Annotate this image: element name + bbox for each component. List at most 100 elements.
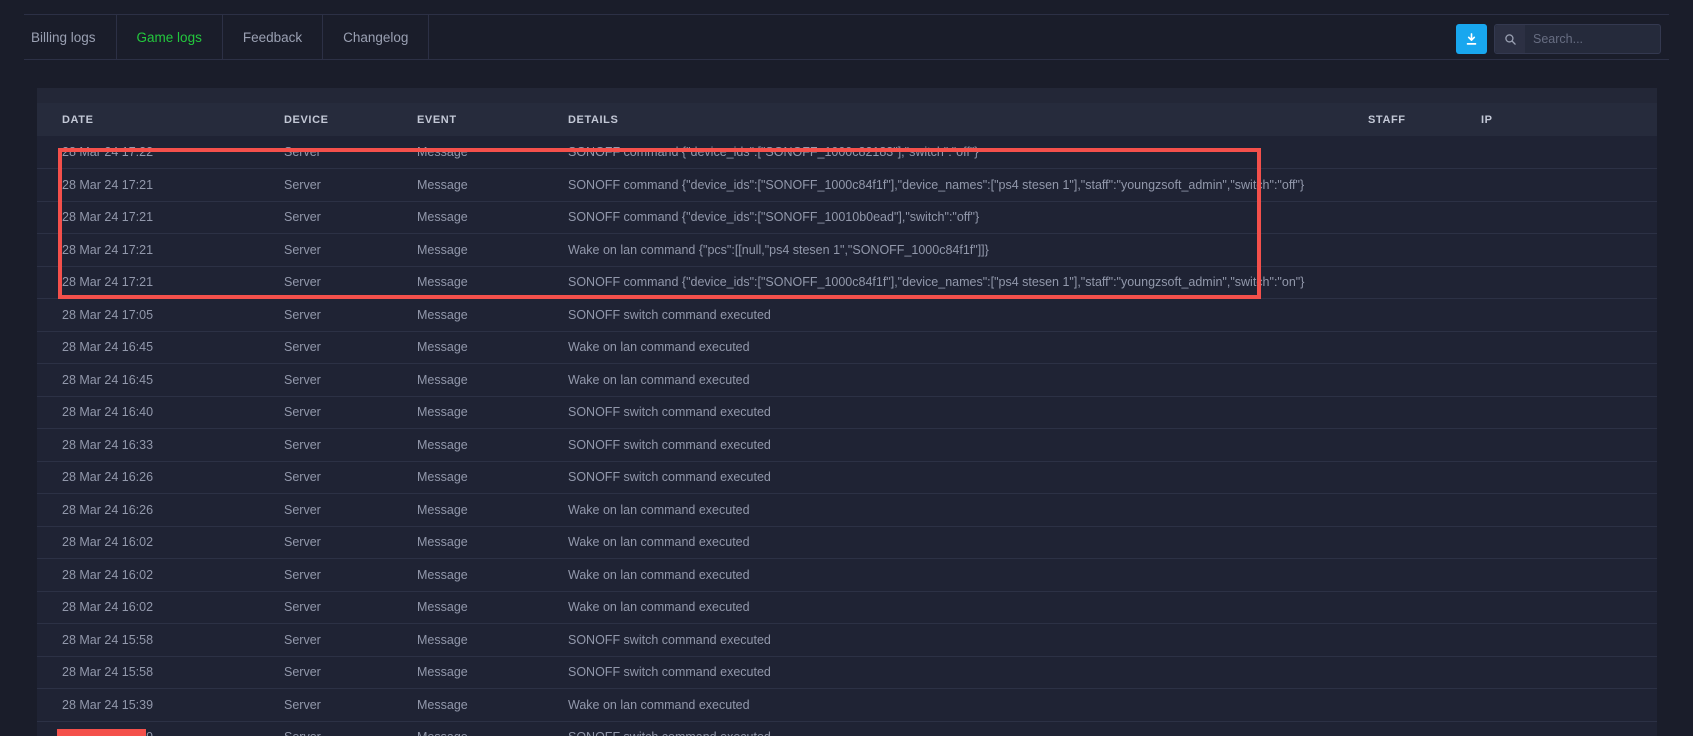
cell-details: Wake on lan command executed	[568, 364, 1368, 397]
tab-game-logs[interactable]: Game logs	[117, 15, 223, 59]
cell-device: Server	[284, 299, 417, 332]
cell-staff	[1368, 201, 1481, 234]
cell-device: Server	[284, 234, 417, 267]
cell-event: Message	[417, 591, 568, 624]
cell-staff	[1368, 591, 1481, 624]
cell-date: 28 Mar 24 17:21	[37, 266, 284, 299]
tab-feedback[interactable]: Feedback	[223, 15, 323, 59]
cell-staff	[1368, 494, 1481, 527]
cell-details: SONOFF switch command executed	[568, 429, 1368, 462]
column-header-event: EVENT	[417, 103, 568, 136]
cell-ip	[1481, 526, 1657, 559]
cell-details: Wake on lan command executed	[568, 559, 1368, 592]
cell-event: Message	[417, 721, 568, 736]
table-row: 28 Mar 24 16:02 Server Message Wake on l…	[37, 559, 1657, 592]
table-header-row: DATE DEVICE EVENT DETAILS STAFF IP	[37, 103, 1657, 136]
cell-date: 28 Mar 24 16:45	[37, 364, 284, 397]
cell-ip	[1481, 201, 1657, 234]
cell-event: Message	[417, 396, 568, 429]
cell-details: Wake on lan command executed	[568, 331, 1368, 364]
cell-device: Server	[284, 429, 417, 462]
table-row: 28 Mar 24 17:21 Server Message SONOFF co…	[37, 201, 1657, 234]
cell-event: Message	[417, 656, 568, 689]
search-icon	[1495, 25, 1525, 53]
cell-ip	[1481, 721, 1657, 736]
cell-details: SONOFF switch command executed	[568, 624, 1368, 657]
cell-ip	[1481, 656, 1657, 689]
cell-ip	[1481, 591, 1657, 624]
cell-details: Wake on lan command {"pcs":[[null,"ps4 s…	[568, 234, 1368, 267]
table-row: 28 Mar 24 16:02 Server Message Wake on l…	[37, 591, 1657, 624]
cell-event: Message	[417, 624, 568, 657]
cell-date: 28 Mar 24 16:02	[37, 591, 284, 624]
cell-ip	[1481, 299, 1657, 332]
cell-date: 28 Mar 24 16:33	[37, 429, 284, 462]
cell-date: 28 Mar 24 17:22	[37, 136, 284, 169]
cell-ip	[1481, 429, 1657, 462]
cell-date: 28 Mar 24 16:02	[37, 559, 284, 592]
cell-date: 28 Mar 24 17:05	[37, 299, 284, 332]
cell-ip	[1481, 494, 1657, 527]
cell-date: 28 Mar 24 17:21	[37, 201, 284, 234]
tab-changelog[interactable]: Changelog	[323, 15, 429, 59]
search-box	[1494, 24, 1661, 54]
cell-staff	[1368, 169, 1481, 202]
log-table: DATE DEVICE EVENT DETAILS STAFF IP 28 Ma…	[37, 103, 1657, 736]
cell-event: Message	[417, 234, 568, 267]
cell-date: 28 Mar 24 16:45	[37, 331, 284, 364]
search-input[interactable]	[1525, 25, 1660, 53]
cell-date: 28 Mar 24 17:21	[37, 234, 284, 267]
cell-details: SONOFF switch command executed	[568, 656, 1368, 689]
cell-staff	[1368, 689, 1481, 722]
cell-details: Wake on lan command executed	[568, 689, 1368, 722]
cell-details: SONOFF switch command executed	[568, 299, 1368, 332]
column-header-staff: STAFF	[1368, 103, 1481, 136]
cell-event: Message	[417, 461, 568, 494]
download-button[interactable]	[1456, 24, 1487, 54]
table-row: 28 Mar 24 16:02 Server Message Wake on l…	[37, 526, 1657, 559]
log-table-card: DATE DEVICE EVENT DETAILS STAFF IP 28 Ma…	[37, 88, 1657, 736]
cell-date: 28 Mar 24 16:40	[37, 396, 284, 429]
cell-details: SONOFF switch command executed	[568, 461, 1368, 494]
cell-event: Message	[417, 429, 568, 462]
cell-staff	[1368, 624, 1481, 657]
cell-date: 28 Mar 24 15:39	[37, 689, 284, 722]
table-row: 28 Mar 24 17:21 Server Message SONOFF co…	[37, 266, 1657, 299]
cell-details: SONOFF switch command executed	[568, 396, 1368, 429]
column-header-ip: IP	[1481, 103, 1657, 136]
cell-event: Message	[417, 299, 568, 332]
cell-staff	[1368, 721, 1481, 736]
table-row: 28 Mar 24 16:26 Server Message SONOFF sw…	[37, 461, 1657, 494]
table-row: 28 Mar 24 17:21 Server Message SONOFF co…	[37, 169, 1657, 202]
column-header-details: DETAILS	[568, 103, 1368, 136]
cell-device: Server	[284, 526, 417, 559]
cell-event: Message	[417, 136, 568, 169]
cell-device: Server	[284, 461, 417, 494]
table-row: 28 Mar 24 15:58 Server Message SONOFF sw…	[37, 656, 1657, 689]
cell-event: Message	[417, 169, 568, 202]
cell-event: Message	[417, 364, 568, 397]
cell-details: SONOFF command {"device_ids":["SONOFF_10…	[568, 201, 1368, 234]
cell-date: 28 Mar 24 17:21	[37, 169, 284, 202]
cell-staff	[1368, 299, 1481, 332]
tab-billing-logs[interactable]: Billing logs	[24, 15, 117, 59]
table-row: 28 Mar 24 16:33 Server Message SONOFF sw…	[37, 429, 1657, 462]
cell-ip	[1481, 136, 1657, 169]
cell-details: SONOFF command {"device_ids":["SONOFF_10…	[568, 136, 1368, 169]
cell-ip	[1481, 364, 1657, 397]
table-row: 28 Mar 24 17:21 Server Message Wake on l…	[37, 234, 1657, 267]
cell-device: Server	[284, 136, 417, 169]
table-row: 28 Mar 24 17:05 Server Message SONOFF sw…	[37, 299, 1657, 332]
cell-ip	[1481, 234, 1657, 267]
cell-staff	[1368, 559, 1481, 592]
cell-event: Message	[417, 266, 568, 299]
cell-staff	[1368, 266, 1481, 299]
cell-ip	[1481, 559, 1657, 592]
cell-device: Server	[284, 331, 417, 364]
cell-device: Server	[284, 201, 417, 234]
table-row: 28 Mar 24 17:22 Server Message SONOFF co…	[37, 136, 1657, 169]
cell-details: Wake on lan command executed	[568, 591, 1368, 624]
cell-staff	[1368, 461, 1481, 494]
cell-date: 28 Mar 24 16:26	[37, 494, 284, 527]
cell-ip	[1481, 169, 1657, 202]
